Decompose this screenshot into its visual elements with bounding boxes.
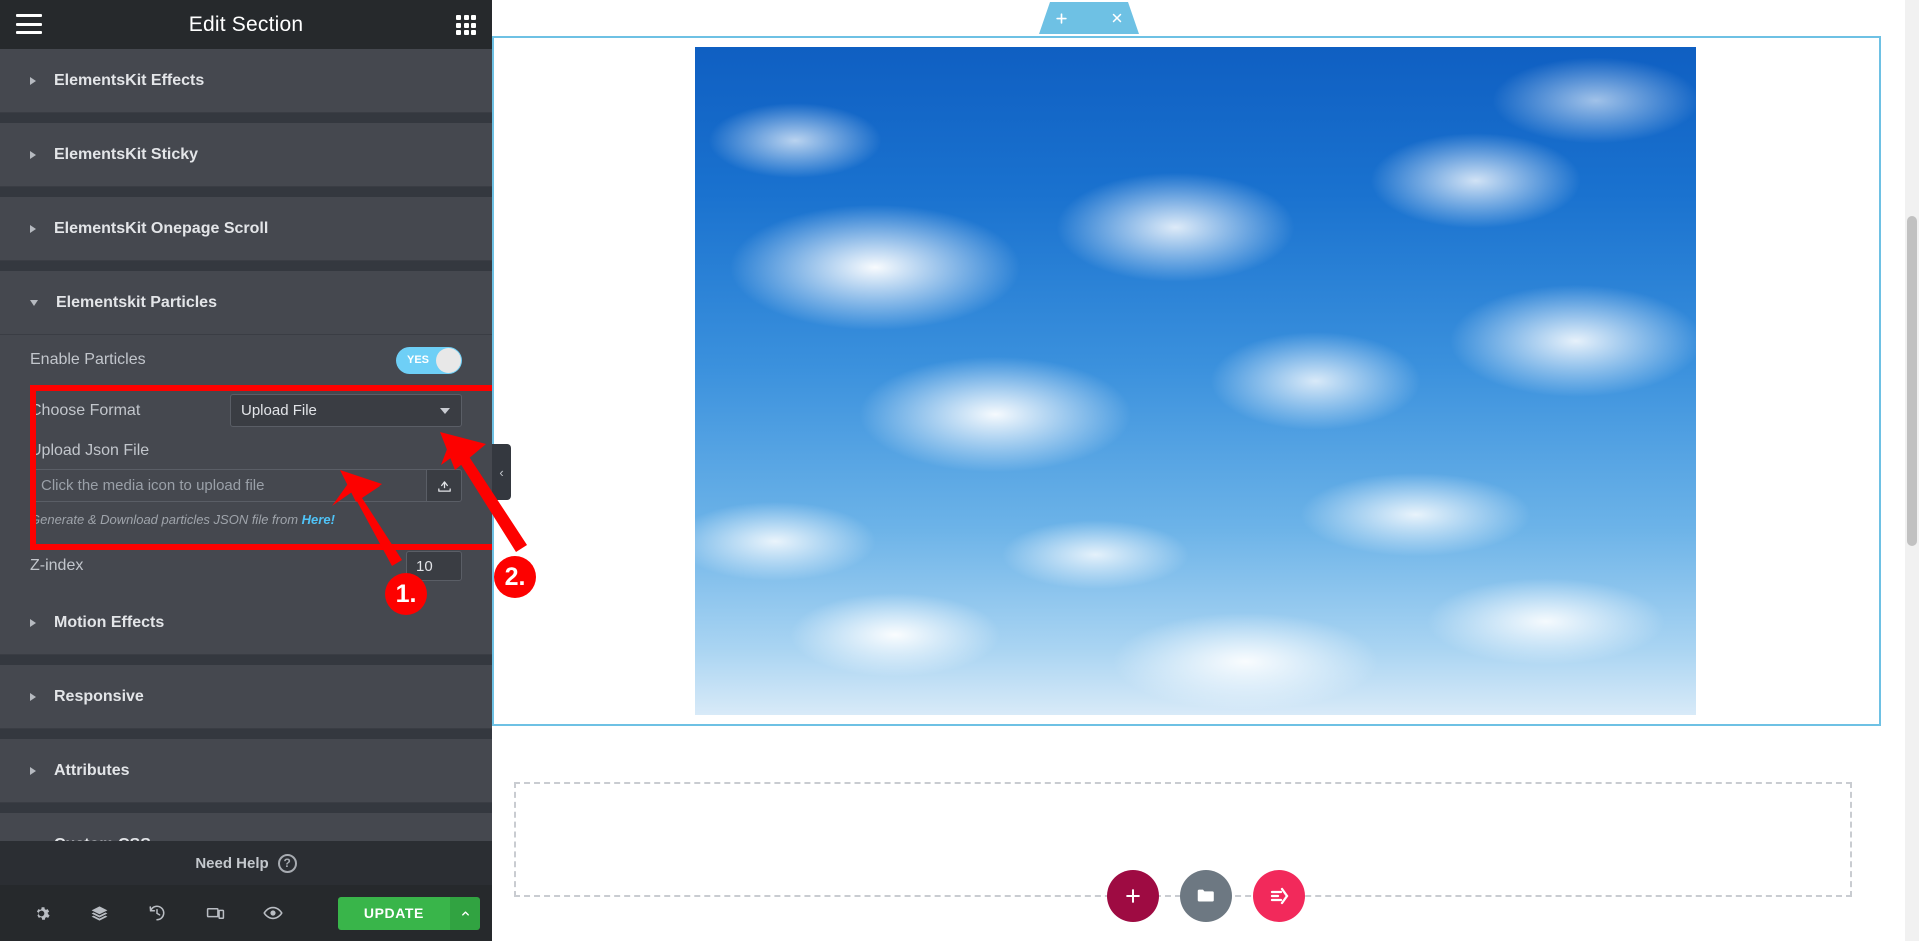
page-section[interactable] xyxy=(492,36,1881,726)
accordion-elementskit-sticky[interactable]: ElementsKit Sticky xyxy=(0,123,492,187)
chevron-right-icon xyxy=(30,766,36,775)
accordion-label: ElementsKit Onepage Scroll xyxy=(54,219,269,237)
update-button[interactable]: UPDATE xyxy=(337,896,450,930)
upload-json-label: Upload Json File xyxy=(30,442,150,459)
enable-particles-row: Enable Particles YES xyxy=(30,335,462,385)
editor-canvas[interactable] xyxy=(492,0,1919,941)
divider xyxy=(0,113,492,123)
responsive-mode-icon[interactable] xyxy=(186,904,244,923)
accordion-label: ElementsKit Sticky xyxy=(54,145,199,163)
choose-format-row: Choose Format Upload File xyxy=(30,385,462,436)
accordion-label: Attributes xyxy=(54,761,130,779)
need-help-label: Need Help xyxy=(195,854,269,872)
add-section-button[interactable] xyxy=(1106,870,1159,922)
panel-footer: UPDATE xyxy=(0,885,492,941)
accordion-attributes[interactable]: Attributes xyxy=(0,739,492,803)
toggle-value: YES xyxy=(407,354,430,366)
particles-settings-body: Enable Particles YES Choose Format Uploa… xyxy=(0,335,492,591)
chevron-left-icon[interactable]: ‹ xyxy=(492,444,511,500)
accordion-label: Elementskit Particles xyxy=(56,293,217,311)
accordion-label: Motion Effects xyxy=(54,613,165,631)
divider xyxy=(0,655,492,665)
hamburger-icon[interactable] xyxy=(16,14,42,34)
preview-eye-icon[interactable] xyxy=(244,903,302,923)
chevron-right-icon xyxy=(30,224,36,233)
accordion-elementskit-particles[interactable]: Elementskit Particles xyxy=(0,271,492,335)
layers-navigator-icon[interactable] xyxy=(70,904,128,923)
editor-left-panel: Edit Section ElementsKit Effects Element… xyxy=(0,0,492,941)
question-mark-icon[interactable]: ? xyxy=(277,853,297,873)
divider xyxy=(0,261,492,271)
z-index-label: Z-index xyxy=(30,557,84,574)
accordion-label: Responsive xyxy=(54,687,144,705)
divider xyxy=(0,729,492,739)
accordion-label: ElementsKit Effects xyxy=(54,71,205,89)
chevron-right-icon xyxy=(30,150,36,159)
add-element-buttons xyxy=(492,870,1919,922)
chevron-right-icon xyxy=(30,76,36,85)
upload-json-row: Click the media icon to upload file xyxy=(30,469,462,502)
chevron-right-icon xyxy=(30,840,36,841)
accordion-label: Custom CSS xyxy=(54,836,151,842)
chevron-up-icon[interactable] xyxy=(450,896,480,930)
accordion-elementskit-onepage-scroll[interactable]: ElementsKit Onepage Scroll xyxy=(0,197,492,261)
highlighted-particles-group: Choose Format Upload File Upload Json Fi… xyxy=(30,385,492,550)
chevron-right-icon xyxy=(30,692,36,701)
close-x-icon[interactable] xyxy=(1110,11,1124,25)
toggle-knob xyxy=(436,347,461,373)
z-index-row: Z-index 10 xyxy=(30,541,462,591)
settings-gear-icon[interactable] xyxy=(12,905,70,922)
accordion-responsive[interactable]: Responsive xyxy=(0,665,492,729)
choose-format-label: Choose Format xyxy=(30,401,141,419)
enable-particles-toggle[interactable]: YES xyxy=(396,346,462,374)
history-icon[interactable] xyxy=(128,904,186,922)
scrollbar-thumb[interactable] xyxy=(1907,216,1917,546)
panel-body[interactable]: ElementsKit Effects ElementsKit Sticky E… xyxy=(0,49,492,841)
choose-format-value: Upload File xyxy=(241,402,317,419)
elementor-editor-screen: Edit Section ElementsKit Effects Element… xyxy=(0,0,1919,941)
update-button-group: UPDATE xyxy=(337,896,480,930)
hero-sky-image xyxy=(695,47,1696,715)
panel-header: Edit Section xyxy=(0,0,492,49)
helper-text: Generate & Download particles JSON file … xyxy=(30,512,302,527)
accordion-motion-effects[interactable]: Motion Effects xyxy=(0,591,492,655)
z-index-input[interactable]: 10 xyxy=(406,551,462,581)
accordion-elementskit-effects[interactable]: ElementsKit Effects xyxy=(0,49,492,113)
divider xyxy=(0,803,492,813)
accordion-custom-css[interactable]: Custom CSS xyxy=(0,813,492,841)
upload-json-input[interactable]: Click the media icon to upload file xyxy=(30,469,426,502)
choose-format-select[interactable]: Upload File xyxy=(230,394,462,427)
page-scrollbar[interactable] xyxy=(1905,0,1919,941)
need-help-bar[interactable]: Need Help ? xyxy=(0,841,492,885)
section-toolbar xyxy=(1039,2,1139,34)
apps-grid-icon[interactable] xyxy=(456,15,476,35)
drag-grid-icon[interactable] xyxy=(1083,12,1096,25)
divider xyxy=(0,187,492,197)
page-title: Edit Section xyxy=(188,12,304,36)
chevron-down-icon xyxy=(30,299,38,306)
elementskit-logo-icon[interactable] xyxy=(1252,870,1305,922)
chevron-right-icon xyxy=(30,618,36,627)
chevron-down-icon xyxy=(440,408,450,414)
add-template-button[interactable] xyxy=(1179,870,1232,922)
enable-particles-label: Enable Particles xyxy=(30,351,146,368)
particles-helper-text: Generate & Download particles JSON file … xyxy=(30,502,462,541)
clouds-backdrop xyxy=(695,47,1696,715)
generate-json-link[interactable]: Here! xyxy=(302,512,335,527)
media-upload-icon[interactable] xyxy=(426,469,462,502)
plus-icon[interactable] xyxy=(1054,11,1069,26)
